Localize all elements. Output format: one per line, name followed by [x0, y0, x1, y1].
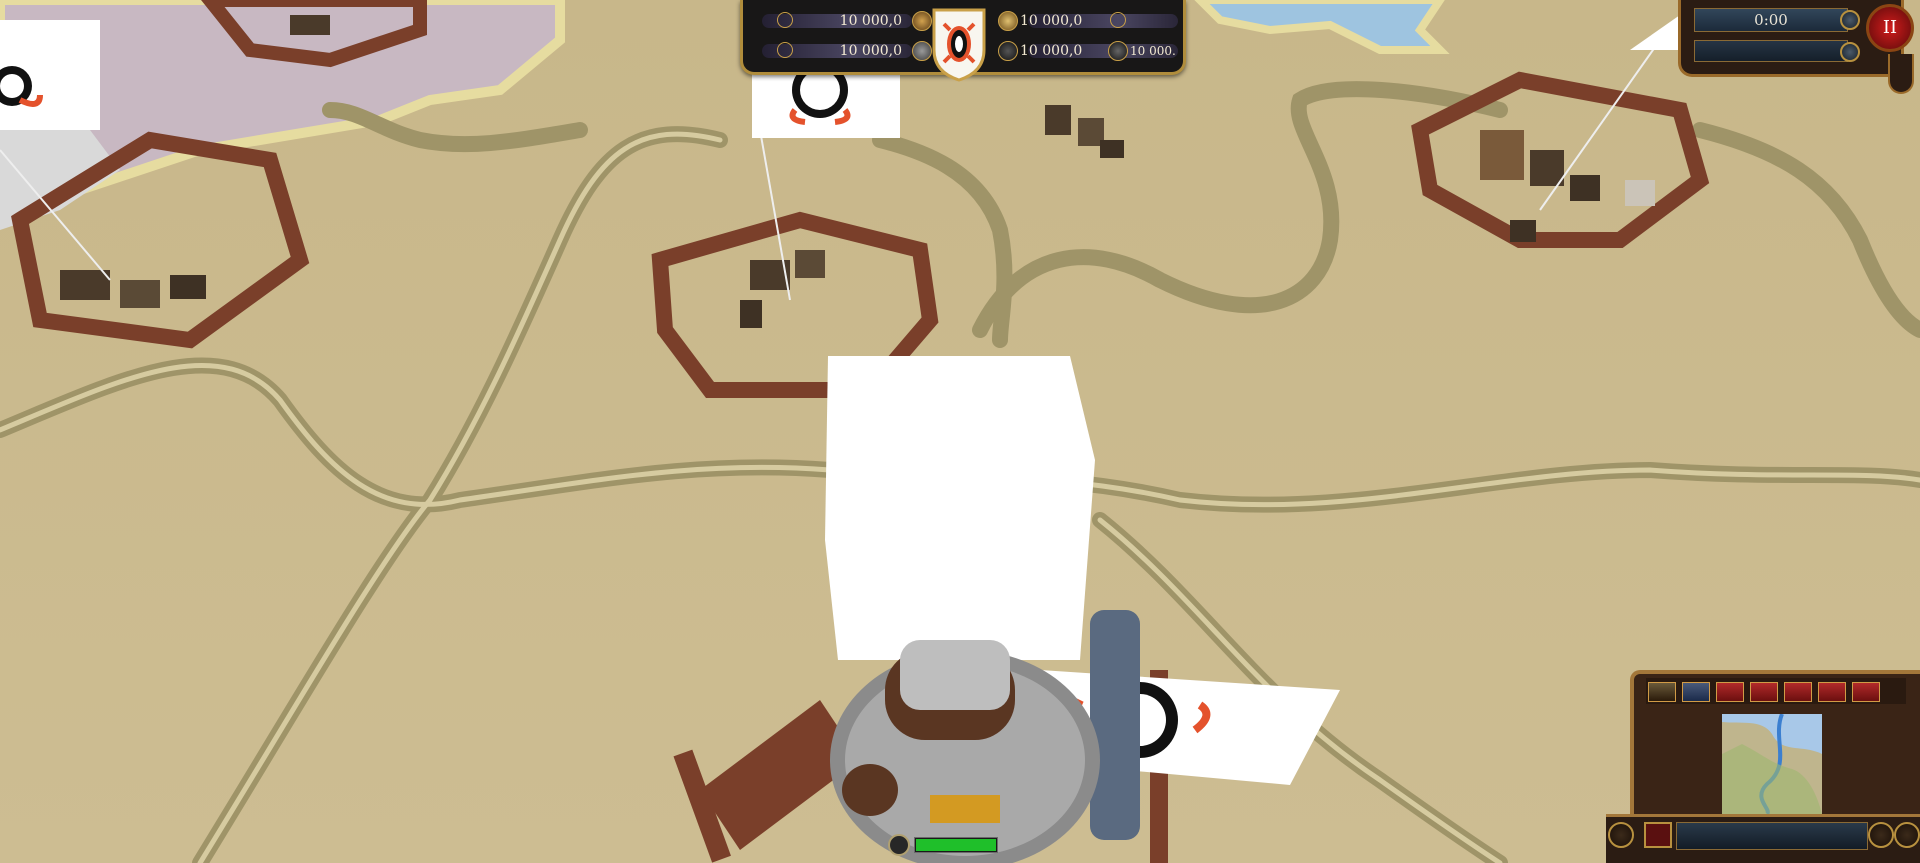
resource-ring-icon: [1110, 12, 1126, 28]
terrain-filter-icon[interactable]: [1648, 682, 1676, 702]
wheel-icon: [1108, 41, 1128, 61]
minimap-info-bar: [1676, 822, 1868, 850]
menu-dial-icon[interactable]: [1888, 54, 1914, 94]
minimap-tab[interactable]: [1716, 682, 1744, 702]
bread-icon: [998, 11, 1018, 31]
game-time: 0:00: [1694, 8, 1848, 32]
resource-value: 10 000.: [1130, 44, 1176, 58]
clock-status-bar: [1694, 40, 1848, 62]
resource-value: 10 000,0: [839, 43, 902, 59]
minimap-tab[interactable]: [1818, 682, 1846, 702]
minimap-corner-knob-icon[interactable]: [1894, 822, 1920, 848]
health-bar-fill: [916, 839, 996, 851]
resource-ring-icon: [777, 42, 793, 58]
minimap-right-knob-icon[interactable]: [1868, 822, 1894, 848]
health-bar: [914, 837, 998, 853]
unit-health: [888, 834, 1002, 856]
minimap-tab[interactable]: [1784, 682, 1812, 702]
speed-up-icon[interactable]: [1840, 10, 1860, 30]
resource-value: 10 000,0: [839, 13, 902, 29]
resource-bread[interactable]: 10 000,0: [998, 10, 1178, 32]
wood-icon: [912, 11, 932, 31]
minimap-panel: [1606, 670, 1920, 863]
people-icon: [998, 41, 1018, 61]
resource-wood[interactable]: 10 000,0: [754, 10, 934, 32]
pause-button[interactable]: II: [1866, 4, 1914, 52]
resource-value: 10 000,0: [1020, 13, 1083, 29]
objectives-icon[interactable]: [1644, 822, 1672, 848]
resource-value: 10 000,0: [1020, 43, 1083, 59]
resource-population[interactable]: 10 000.: [1108, 40, 1178, 62]
minimap-tab[interactable]: [1852, 682, 1880, 702]
minimap-map[interactable]: [1722, 714, 1822, 814]
minimap-tab[interactable]: [1750, 682, 1778, 702]
resource-iron[interactable]: 10 000,0: [754, 40, 934, 62]
units-filter-icon[interactable]: [1682, 682, 1710, 702]
iron-icon: [912, 41, 932, 61]
faction-crest-icon[interactable]: [930, 6, 988, 82]
clock-panel: 0:00 II: [1670, 0, 1920, 95]
unit-shield-icon: [888, 834, 910, 856]
resource-ring-icon: [777, 12, 793, 28]
speed-down-icon[interactable]: [1840, 42, 1860, 62]
unit-banner-flag: [825, 356, 1095, 660]
minimap-left-knob-icon[interactable]: [1608, 822, 1634, 848]
resource-bar: 10 000,0 10 000,0 10 000,0 10 000,0 10 0…: [740, 0, 1186, 82]
